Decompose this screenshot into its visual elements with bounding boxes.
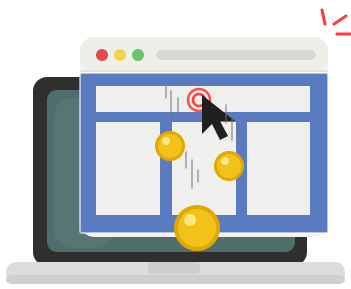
content-card-left — [96, 122, 160, 215]
illustration-stage — [0, 0, 351, 289]
window-dot-green — [132, 49, 144, 61]
laptop-trackpad-notch — [148, 262, 200, 274]
coin-3 — [174, 205, 220, 251]
coin-2 — [214, 151, 244, 181]
coin-1 — [155, 131, 185, 161]
address-bar — [156, 50, 316, 60]
window-dot-yellow — [114, 49, 126, 61]
window-dot-red — [96, 49, 108, 61]
spark-lines-icon — [320, 8, 351, 36]
browser-topbar-underline — [80, 70, 328, 72]
content-card-right — [247, 122, 310, 215]
laptop-base-shadow — [6, 275, 345, 284]
illustration — [6, 8, 351, 284]
